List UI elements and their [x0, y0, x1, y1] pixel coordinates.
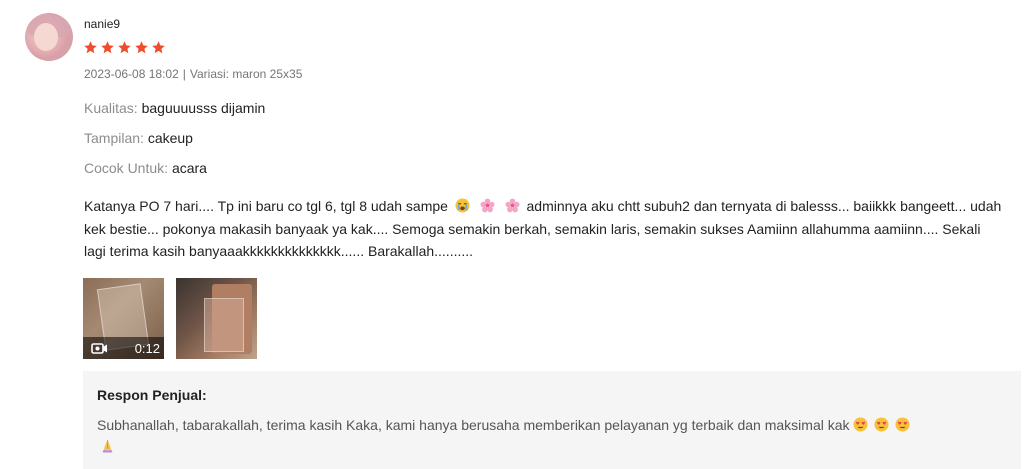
reviewer-avatar[interactable] — [25, 13, 73, 61]
meta-separator: | — [182, 67, 186, 81]
praying-hands-emoji-icon — [102, 439, 113, 453]
star-icon — [135, 41, 148, 54]
seller-response-title: Respon Penjual: — [97, 387, 207, 403]
heart-eyes-emoji-icon — [874, 417, 889, 432]
review-variation: Variasi: maron 25x35 — [189, 67, 303, 81]
thumbnail-invitation-card — [204, 298, 244, 352]
attribute-label: Kualitas: — [84, 100, 138, 116]
star-icon — [101, 41, 114, 54]
avatar-face — [34, 23, 58, 51]
star-icon — [84, 41, 97, 54]
attribute-appearance: Tampilan: cakeup — [84, 130, 193, 146]
heart-eyes-emoji-icon — [895, 417, 910, 432]
attribute-value: baguuuusss dijamin — [141, 100, 266, 116]
video-duration: 0:12 — [134, 340, 160, 356]
star-icon — [118, 41, 131, 54]
star-icon — [152, 41, 165, 54]
review-date: 2023-06-08 18:02 — [84, 67, 179, 81]
rating-stars — [83, 40, 166, 55]
heart-eyes-emoji-icon — [853, 417, 868, 432]
seller-response-text: Subhanallah, tabarakallah, terima kasih … — [97, 415, 1007, 457]
review-text: Katanya PO 7 hari.... Tp ini baru co tgl… — [84, 195, 1004, 263]
cherry-blossom-emoji-icon — [480, 198, 495, 213]
cherry-blossom-emoji-icon — [505, 198, 520, 213]
attribute-suitable-for: Cocok Untuk: acara — [84, 160, 207, 176]
review-text-part1: Katanya PO 7 hari.... Tp ini baru co tgl… — [84, 198, 448, 214]
review-image-thumbnail[interactable] — [176, 278, 257, 359]
review-video-thumbnail[interactable]: 0:12 — [83, 278, 164, 359]
attribute-label: Cocok Untuk: — [84, 160, 169, 176]
attribute-value: cakeup — [147, 130, 193, 146]
reviewer-username: nanie9 — [84, 17, 121, 31]
review-meta: 2023-06-08 18:02 | Variasi: maron 25x35 — [84, 67, 302, 81]
video-camera-icon — [91, 343, 107, 354]
seller-response-body: Subhanallah, tabarakallah, terima kasih … — [97, 417, 850, 433]
seller-response: Respon Penjual: Subhanallah, tabarakalla… — [83, 371, 1021, 469]
video-duration-bar: 0:12 — [83, 337, 164, 359]
crying-face-emoji-icon — [455, 198, 470, 213]
attribute-value: acara — [171, 160, 207, 176]
attribute-label: Tampilan: — [84, 130, 144, 146]
attribute-quality: Kualitas: baguuuusss dijamin — [84, 100, 265, 116]
